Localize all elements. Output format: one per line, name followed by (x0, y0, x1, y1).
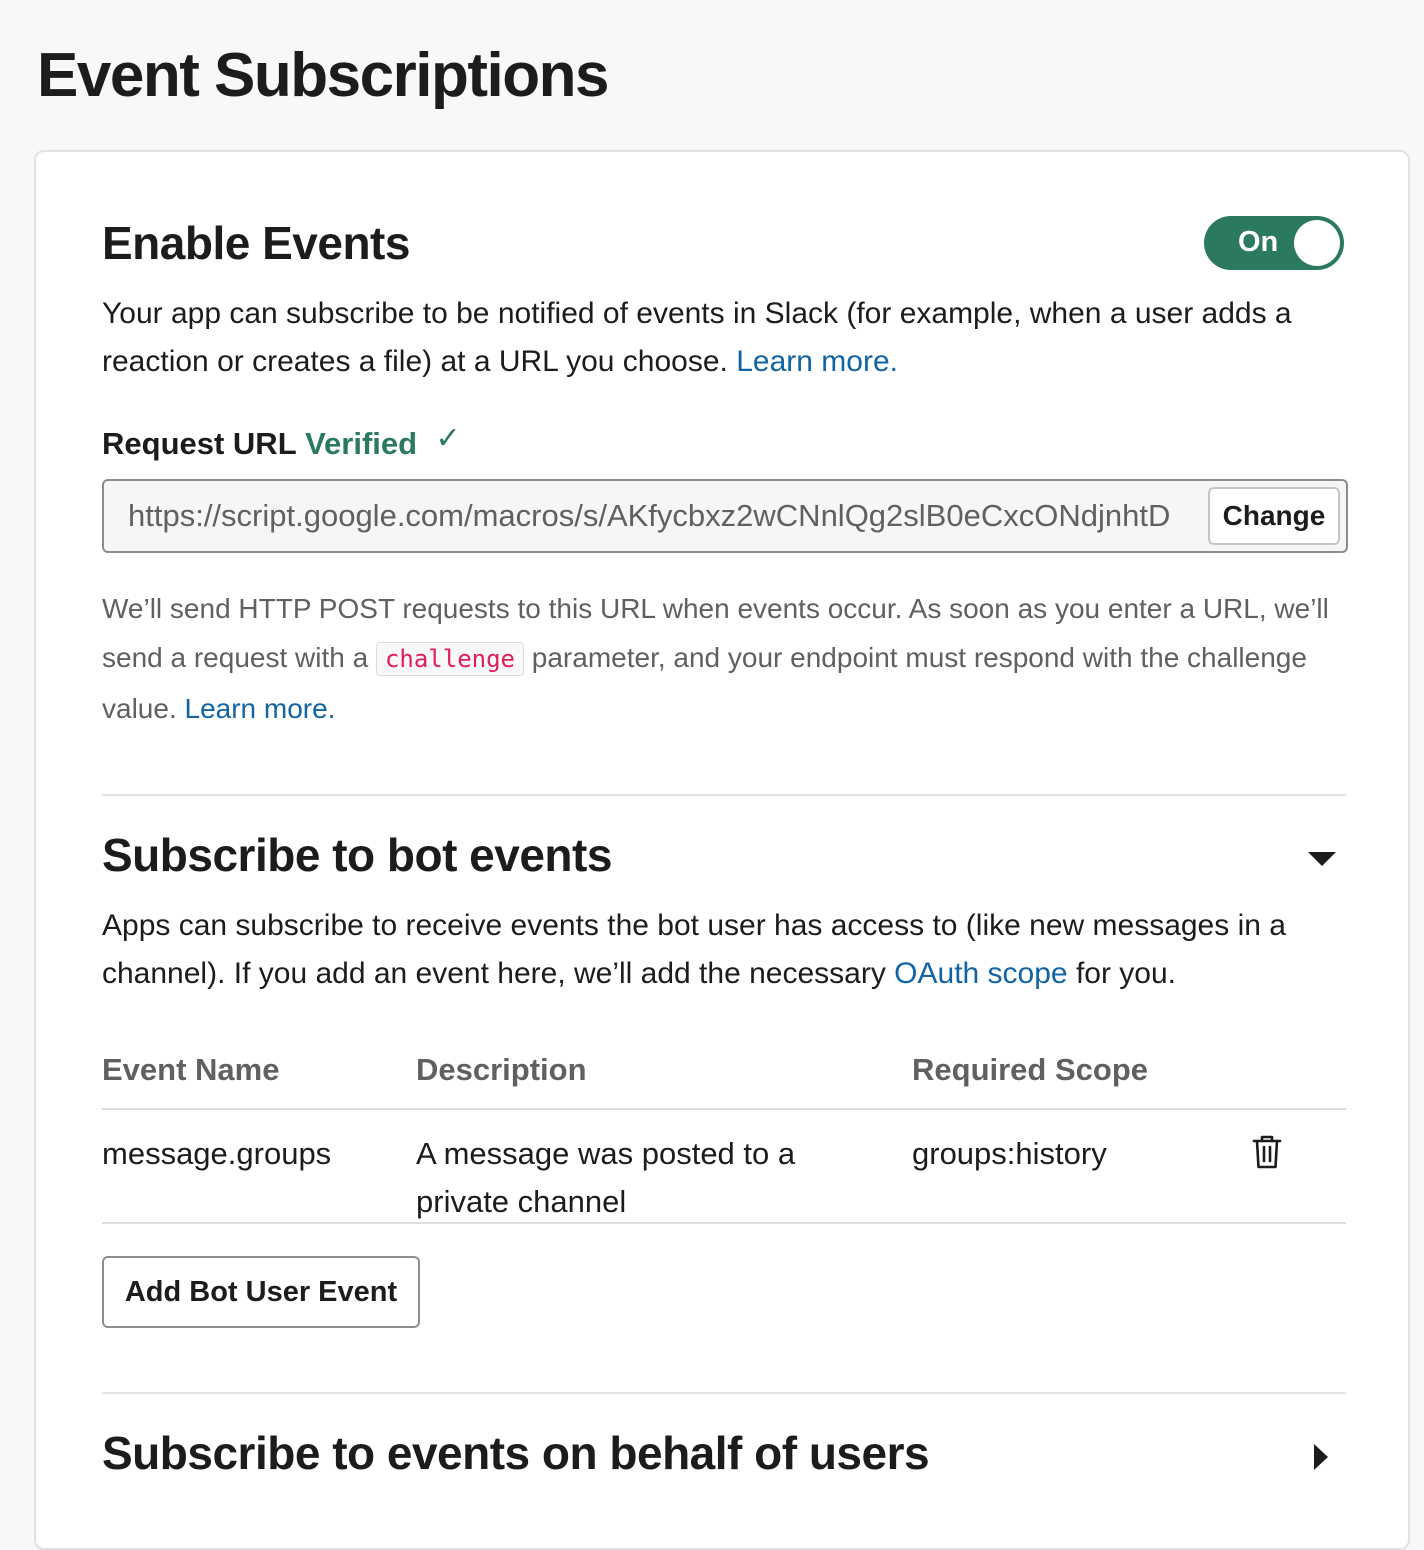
column-header-required-scope: Required Scope (912, 1052, 1148, 1087)
enable-events-toggle[interactable]: On (1204, 216, 1344, 270)
chevron-down-icon[interactable] (1308, 852, 1336, 866)
request-url-label-row: Request URL Verified ✓ (102, 422, 1346, 462)
check-icon: ✓ (435, 422, 461, 455)
event-subscriptions-card: Enable Events On Your app can subscribe … (34, 150, 1410, 1550)
bot-events-heading: Subscribe to bot events (102, 829, 612, 881)
column-header-event-name: Event Name (102, 1052, 280, 1087)
request-url-help: We’ll send HTTP POST requests to this UR… (102, 584, 1346, 733)
bot-events-description: Apps can subscribe to receive events the… (102, 902, 1346, 998)
table-header-divider (102, 1108, 1346, 1110)
event-scope: groups:history (912, 1136, 1107, 1171)
column-header-description: Description (416, 1052, 587, 1087)
chevron-right-icon[interactable] (1314, 1444, 1328, 1470)
page-title: Event Subscriptions (37, 41, 609, 110)
toggle-knob (1294, 220, 1340, 266)
table-row-divider (102, 1222, 1346, 1224)
change-url-button[interactable]: Change (1208, 487, 1340, 545)
user-events-heading: Subscribe to events on behalf of users (102, 1427, 930, 1479)
request-url-label: Request URL (102, 426, 297, 461)
request-url-field[interactable]: https://script.google.com/macros/s/AKfyc… (102, 479, 1348, 553)
bot-events-description-text-2: for you. (1075, 957, 1177, 990)
add-bot-user-event-button[interactable]: Add Bot User Event (102, 1256, 420, 1328)
request-url-learn-more-link[interactable]: Learn more. (185, 693, 336, 724)
enable-events-description: Your app can subscribe to be notified of… (102, 290, 1346, 386)
request-url-value: https://script.google.com/macros/s/AKfyc… (128, 498, 1171, 533)
trash-icon[interactable] (1252, 1134, 1282, 1170)
challenge-code: challenge (375, 642, 524, 676)
section-divider (102, 1392, 1346, 1394)
enable-events-description-text: Your app can subscribe to be notified of… (102, 297, 1292, 378)
section-divider (102, 794, 1346, 796)
learn-more-link[interactable]: Learn more. (736, 345, 898, 378)
verified-status: Verified (305, 426, 418, 461)
event-name-link[interactable]: message.groups (102, 1130, 331, 1178)
enable-events-heading: Enable Events (102, 217, 410, 269)
event-description: A message was posted to a private channe… (416, 1136, 796, 1219)
oauth-scope-link[interactable]: OAuth scope (894, 957, 1067, 990)
toggle-label: On (1238, 226, 1279, 258)
